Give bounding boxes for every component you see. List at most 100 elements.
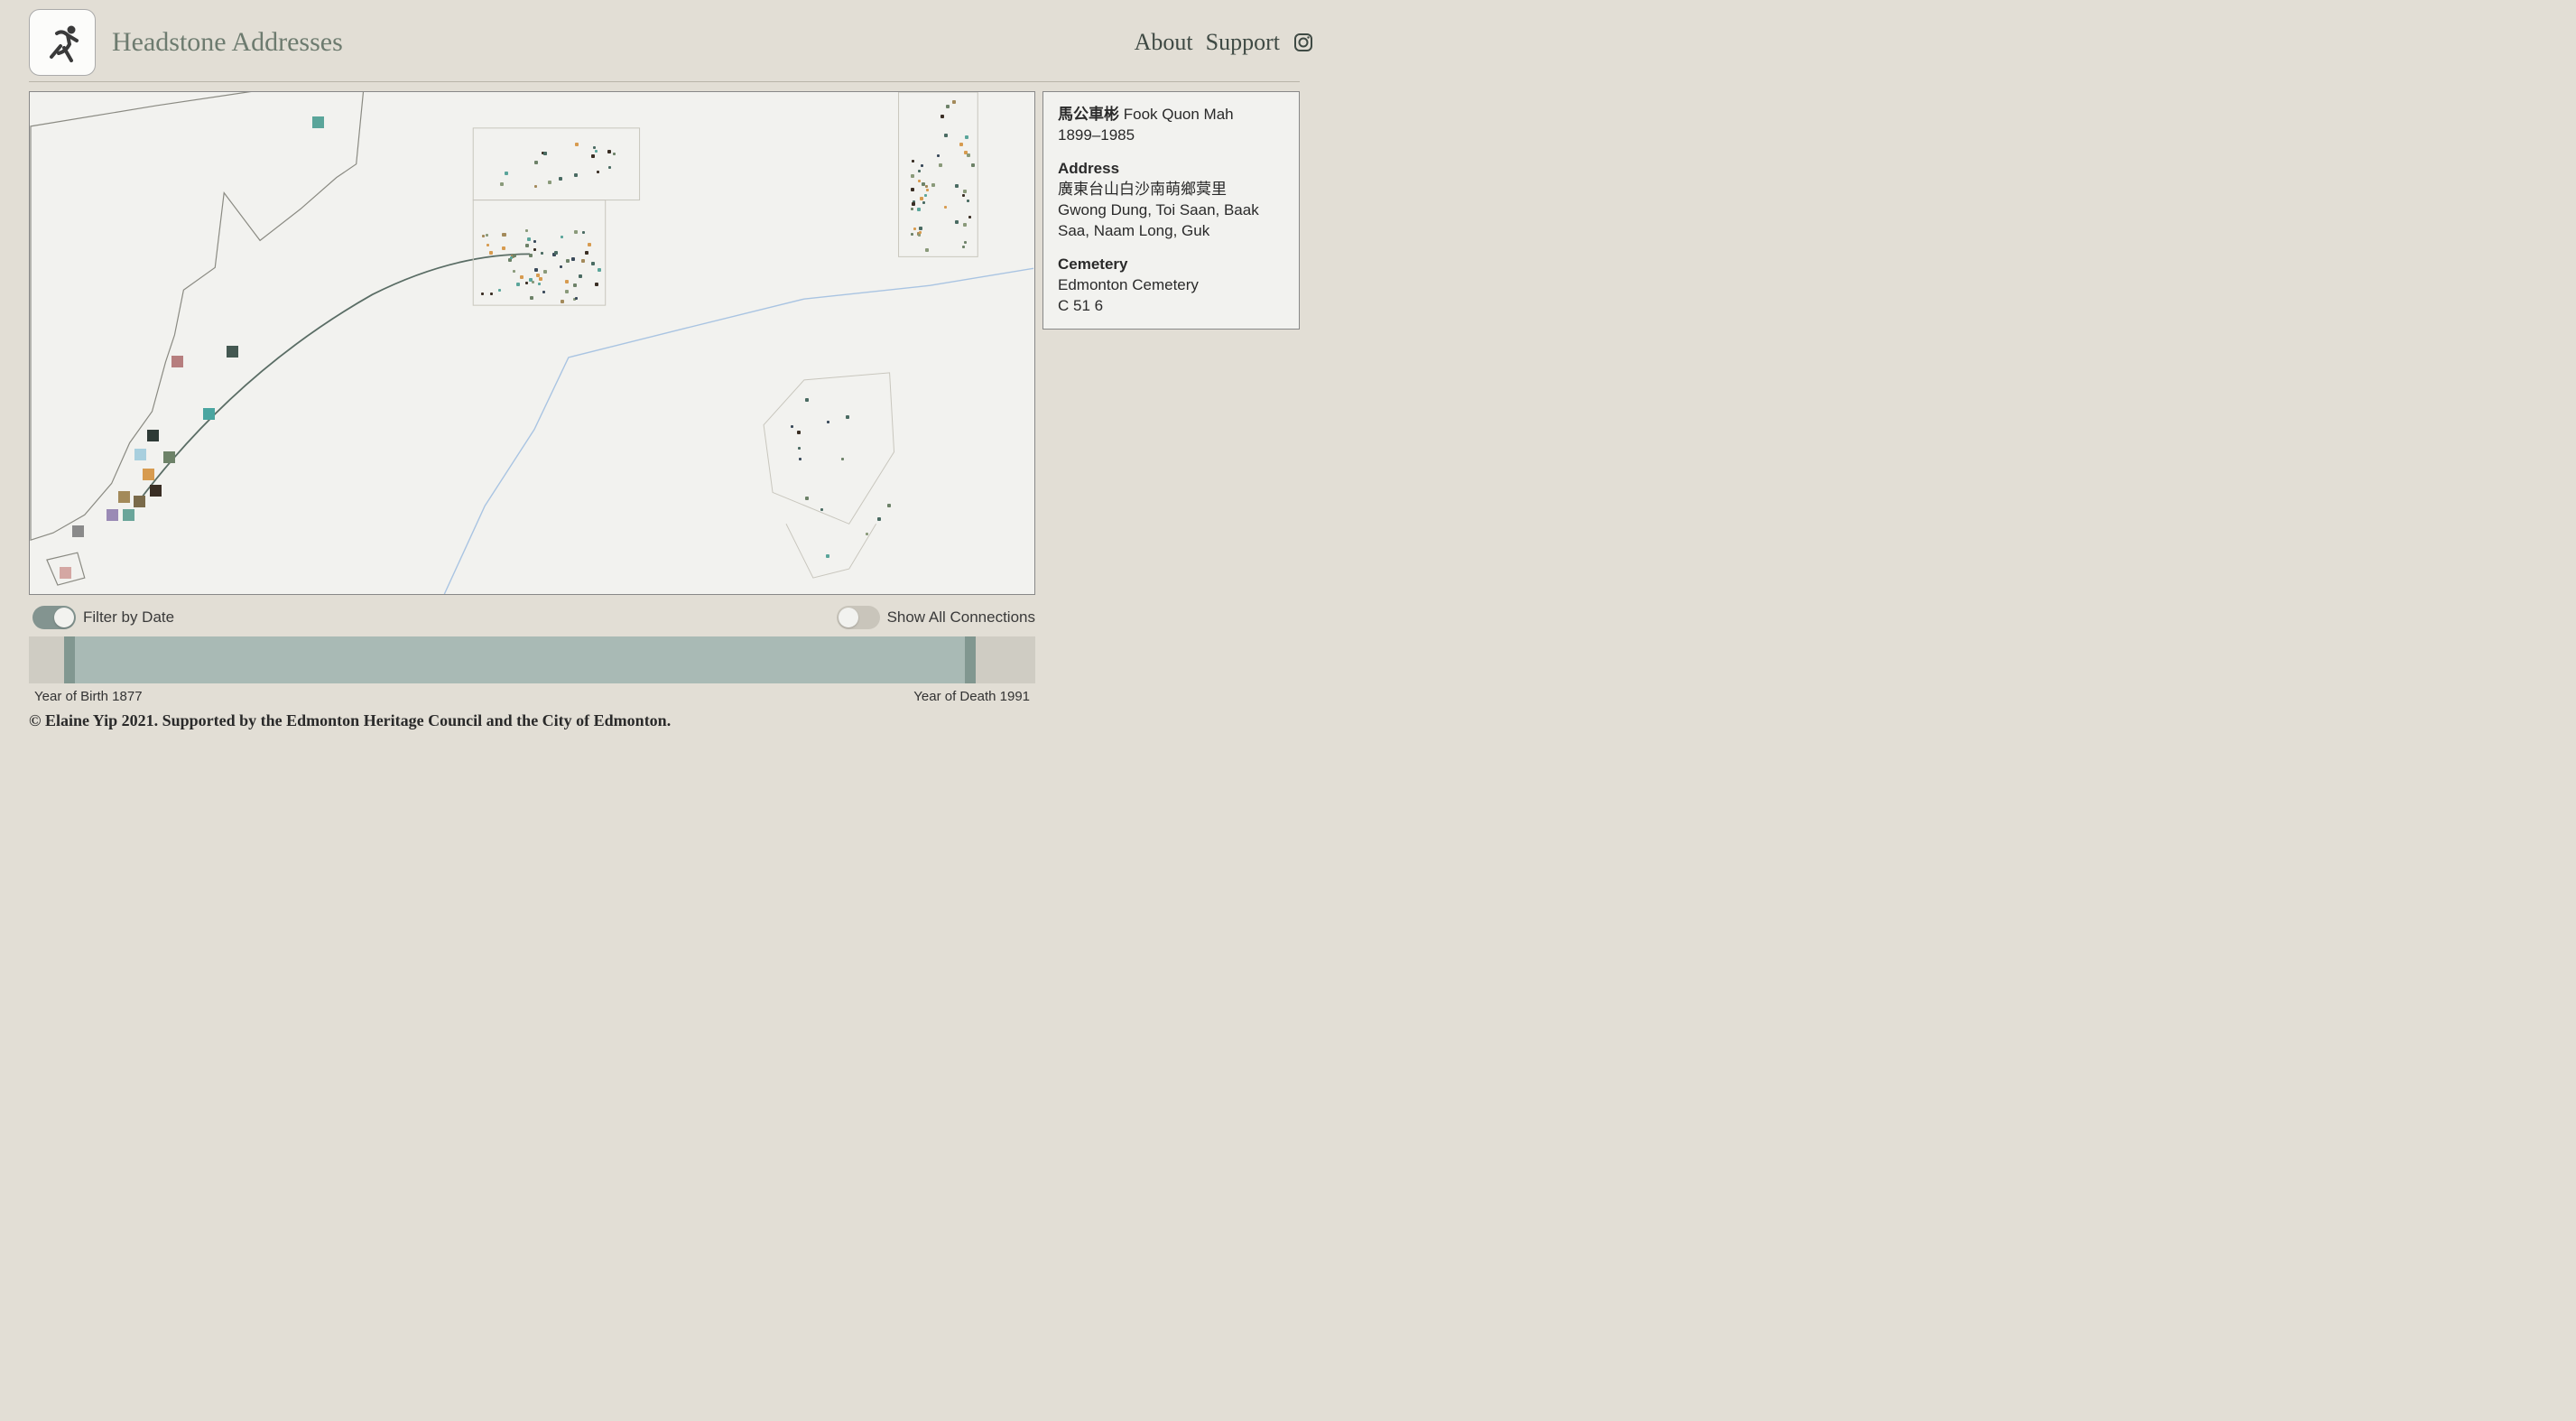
grave-point[interactable] <box>919 227 922 230</box>
grave-point[interactable] <box>525 244 529 247</box>
grave-point[interactable] <box>598 268 601 272</box>
grave-point[interactable] <box>962 246 965 248</box>
region-marker[interactable] <box>150 485 162 497</box>
grave-point[interactable] <box>805 398 809 402</box>
grave-point[interactable] <box>919 231 922 234</box>
grave-point[interactable] <box>533 248 536 251</box>
grave-point[interactable] <box>911 188 914 191</box>
grave-point[interactable] <box>543 152 547 155</box>
grave-point[interactable] <box>500 182 504 186</box>
grave-point[interactable] <box>543 270 547 274</box>
grave-point[interactable] <box>505 172 508 175</box>
grave-point[interactable] <box>918 170 921 172</box>
instagram-icon[interactable] <box>1293 32 1314 53</box>
grave-point[interactable] <box>566 259 570 263</box>
region-marker[interactable] <box>107 509 118 521</box>
grave-point[interactable] <box>925 185 928 188</box>
region-marker[interactable] <box>60 567 71 579</box>
grave-point[interactable] <box>959 143 963 146</box>
grave-point[interactable] <box>538 283 541 285</box>
grave-point[interactable] <box>866 533 868 535</box>
grave-point[interactable] <box>946 105 950 108</box>
slider-handle-min[interactable] <box>64 636 75 683</box>
grave-point[interactable] <box>921 164 923 167</box>
grave-point[interactable] <box>486 234 488 237</box>
grave-point[interactable] <box>595 150 598 153</box>
grave-point[interactable] <box>481 293 484 295</box>
grave-point[interactable] <box>486 244 489 246</box>
grave-point[interactable] <box>579 274 582 278</box>
grave-point[interactable] <box>593 146 596 149</box>
grave-point[interactable] <box>926 189 929 191</box>
grave-point[interactable] <box>539 277 542 281</box>
grave-point[interactable] <box>944 134 948 137</box>
grave-point[interactable] <box>502 233 505 237</box>
grave-point[interactable] <box>955 220 959 224</box>
grave-point[interactable] <box>920 197 923 200</box>
grave-point[interactable] <box>571 257 575 261</box>
grave-point[interactable] <box>534 161 538 164</box>
grave-point[interactable] <box>887 504 891 507</box>
grave-point[interactable] <box>608 166 611 169</box>
grave-point[interactable] <box>575 143 579 146</box>
grave-point[interactable] <box>597 171 599 173</box>
grave-point[interactable] <box>841 458 844 460</box>
grave-point[interactable] <box>925 248 929 252</box>
grave-point[interactable] <box>534 185 537 188</box>
grave-point[interactable] <box>490 293 493 295</box>
region-marker[interactable] <box>163 451 175 463</box>
grave-point[interactable] <box>937 154 940 157</box>
grave-point[interactable] <box>911 174 914 178</box>
grave-point[interactable] <box>912 160 914 163</box>
grave-point[interactable] <box>561 300 564 303</box>
region-marker[interactable] <box>72 525 84 537</box>
grave-point[interactable] <box>516 283 520 286</box>
grave-point[interactable] <box>595 283 598 286</box>
grave-point[interactable] <box>912 202 915 206</box>
show-all-connections-toggle[interactable] <box>837 606 880 629</box>
slider-handle-max[interactable] <box>965 636 976 683</box>
grave-point[interactable] <box>581 259 585 263</box>
region-marker[interactable] <box>147 430 159 441</box>
grave-point[interactable] <box>548 181 551 184</box>
grave-point[interactable] <box>607 150 611 153</box>
grave-point[interactable] <box>922 182 925 186</box>
grave-point[interactable] <box>559 177 562 181</box>
grave-point[interactable] <box>918 180 921 182</box>
region-marker[interactable] <box>203 408 215 420</box>
grave-point[interactable] <box>525 229 528 232</box>
grave-point[interactable] <box>530 296 533 300</box>
grave-point[interactable] <box>565 280 569 283</box>
grave-point[interactable] <box>574 173 578 177</box>
grave-point[interactable] <box>967 200 969 202</box>
grave-point[interactable] <box>574 230 578 234</box>
grave-point[interactable] <box>561 236 563 238</box>
region-marker[interactable] <box>123 509 134 521</box>
grave-point[interactable] <box>917 208 921 211</box>
grave-point[interactable] <box>502 246 505 250</box>
region-marker[interactable] <box>171 356 183 367</box>
grave-point[interactable] <box>588 243 591 246</box>
grave-point[interactable] <box>963 190 967 193</box>
grave-point[interactable] <box>939 163 942 167</box>
filter-by-date-toggle[interactable] <box>32 606 76 629</box>
grave-point[interactable] <box>529 254 533 257</box>
grave-point[interactable] <box>820 508 823 511</box>
grave-point[interactable] <box>513 254 516 257</box>
grave-point[interactable] <box>799 458 802 460</box>
grave-point[interactable] <box>591 262 595 265</box>
region-marker[interactable] <box>312 116 324 128</box>
grave-point[interactable] <box>554 251 558 255</box>
grave-point[interactable] <box>489 251 493 255</box>
grave-point[interactable] <box>955 184 959 188</box>
grave-point[interactable] <box>532 281 534 283</box>
region-marker[interactable] <box>134 449 146 460</box>
grave-point[interactable] <box>527 237 531 241</box>
date-range-slider[interactable] <box>29 636 1035 683</box>
grave-point[interactable] <box>952 100 956 104</box>
grave-point[interactable] <box>791 425 793 428</box>
nav-about[interactable]: About <box>1135 29 1193 56</box>
nav-support[interactable]: Support <box>1206 29 1280 56</box>
grave-point[interactable] <box>533 240 536 243</box>
grave-point[interactable] <box>971 163 975 167</box>
